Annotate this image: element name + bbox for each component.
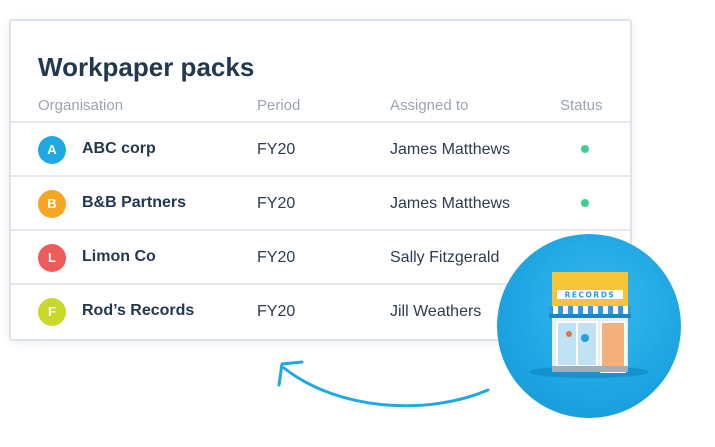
- org-name[interactable]: Rod’s Records: [82, 302, 194, 320]
- column-header-assigned-to[interactable]: Assigned to: [390, 97, 468, 114]
- curved-arrow-icon: [277, 360, 490, 408]
- column-header-status[interactable]: Status: [560, 97, 603, 114]
- page-title: Workpaper packs: [38, 52, 255, 82]
- table-row[interactable]: B B&B Partners FY20 James Matthews: [11, 175, 630, 229]
- status-indicator: [581, 145, 589, 153]
- table-row[interactable]: A ABC corp FY20 James Matthews: [11, 121, 630, 175]
- org-avatar: B: [38, 190, 66, 218]
- assigned-to-value: James Matthews: [390, 195, 511, 212]
- assigned-to-value: James Matthews: [390, 141, 511, 158]
- assigned-to-value: Sally Fitzgerald: [390, 249, 500, 266]
- period-value: FY20: [257, 195, 296, 212]
- org-name[interactable]: ABC corp: [82, 140, 156, 158]
- column-header-organisation[interactable]: Organisation: [38, 97, 123, 114]
- org-avatar: F: [38, 298, 66, 326]
- assigned-to-value: Jill Weathers: [390, 303, 482, 320]
- column-header-period[interactable]: Period: [257, 97, 300, 114]
- store-sign-text: RECORDS: [565, 291, 616, 300]
- storefront-icon: RECORDS: [529, 272, 649, 378]
- record-store-illustration: RECORDS: [497, 234, 681, 418]
- period-value: FY20: [257, 249, 296, 266]
- org-name[interactable]: B&B Partners: [82, 194, 186, 212]
- period-value: FY20: [257, 303, 296, 320]
- period-value: FY20: [257, 141, 296, 158]
- org-avatar: A: [38, 136, 66, 164]
- status-indicator: [581, 199, 589, 207]
- org-avatar: L: [38, 244, 66, 272]
- org-name[interactable]: Limon Co: [82, 248, 156, 266]
- table-header: Organisation Period Assigned to Status: [11, 93, 630, 123]
